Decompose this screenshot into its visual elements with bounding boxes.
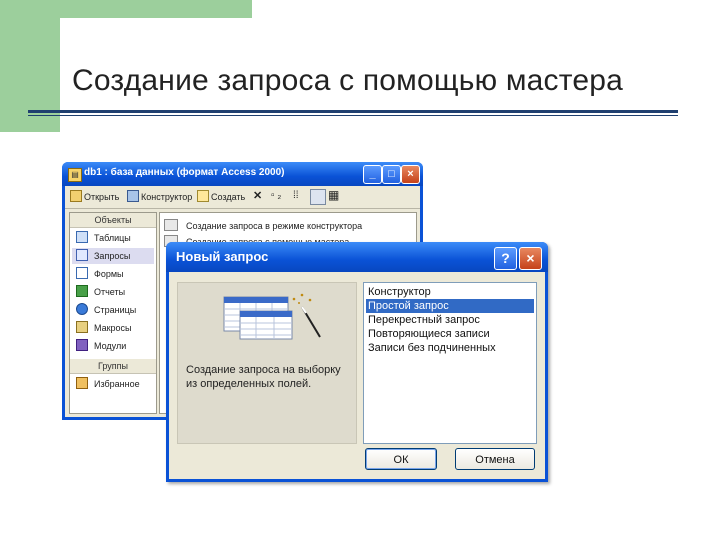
sidebar-item-label: Таблицы [94, 233, 131, 243]
sidebar-item-tables[interactable]: Таблицы [72, 230, 154, 246]
sidebar-item-forms[interactable]: Формы [72, 266, 154, 282]
sidebar-item-reports[interactable]: Отчеты [72, 284, 154, 300]
design-button[interactable]: Конструктор [127, 190, 192, 202]
dialog-close-button[interactable]: × [519, 247, 542, 270]
close-button[interactable]: × [401, 165, 420, 184]
title-rule [28, 110, 678, 113]
minimize-button[interactable]: _ [363, 165, 382, 184]
objects-header: Объекты [70, 213, 156, 228]
wizard-illustration-icon [223, 293, 321, 340]
favorites-icon [76, 377, 88, 389]
sidebar-item-label: Страницы [94, 305, 137, 315]
sidebar-item-label: Модули [94, 341, 127, 351]
report-icon [76, 285, 88, 297]
create-button[interactable]: Создать [197, 190, 245, 202]
title-rule-thin [28, 115, 678, 116]
query-type-simple[interactable]: Простой запрос [366, 299, 534, 313]
query-type-crosstab[interactable]: Перекрестный запрос [366, 313, 534, 327]
objects-sidebar: Объекты Таблицы Запросы Формы Отчеты Стр… [69, 212, 157, 414]
sidebar-item-pages[interactable]: Страницы [72, 302, 154, 318]
open-label: Открыть [84, 192, 120, 202]
help-button[interactable]: ? [494, 247, 517, 270]
sidebar-item-label: Макросы [94, 323, 132, 333]
grid-view-icon[interactable]: ▦ [328, 188, 339, 202]
new-query-dialog: Новый запрос ? × Создание запроса на выб… [166, 242, 548, 482]
cancel-button[interactable]: Отмена [455, 448, 535, 470]
open-button[interactable]: Открыть [70, 190, 119, 202]
dialog-body: Создание запроса на выборку из определен… [169, 272, 545, 479]
sidebar-item-label: Формы [94, 269, 124, 279]
wizard-description: Создание запроса на выборку из определен… [186, 364, 341, 390]
large-icons-icon[interactable]: ▫ ₂ [271, 190, 281, 201]
ok-button[interactable]: ОК [365, 448, 437, 470]
dialog-title: Новый запрос [176, 249, 269, 264]
form-icon [76, 267, 88, 279]
sidebar-item-favorites[interactable]: Избранное [72, 376, 154, 392]
macro-icon [76, 321, 88, 333]
design-icon [127, 190, 139, 202]
module-icon [76, 339, 88, 351]
delete-icon[interactable]: ✕ [253, 189, 262, 202]
query-type-unmatched[interactable]: Записи без подчиненных [366, 341, 534, 355]
list-item-label: Создание запроса в режиме конструктора [186, 221, 363, 231]
slide-title: Создание запроса с помощью мастера [72, 64, 624, 97]
table-icon [76, 231, 88, 243]
sidebar-item-modules[interactable]: Модули [72, 338, 154, 354]
create-icon [197, 190, 209, 202]
list-item[interactable]: Создание запроса в режиме конструктора [164, 219, 362, 231]
db-window-title: db1 : база данных (формат Access 2000) [84, 167, 285, 178]
preview-panel: Создание запроса на выборку из определен… [177, 282, 357, 444]
details-view-icon[interactable] [310, 189, 326, 205]
sidebar-item-queries[interactable]: Запросы [72, 248, 154, 264]
db-toolbar: Открыть Конструктор Создать ✕ ▫ ₂ ⁞⁞ ▦ [65, 186, 420, 209]
design-label: Конструктор [141, 192, 193, 202]
db-window-titlebar[interactable]: ▤ db1 : база данных (формат Access 2000)… [62, 162, 423, 186]
maximize-button[interactable]: □ [382, 165, 401, 184]
query-type-design[interactable]: Конструктор [366, 285, 534, 299]
query-type-list: Конструктор Простой запрос Перекрестный … [363, 282, 537, 444]
open-icon [70, 190, 82, 202]
list-view-icon[interactable]: ⁞⁞ [293, 190, 299, 201]
query-type-duplicates[interactable]: Повторяющиеся записи [366, 327, 534, 341]
query-icon [76, 249, 88, 261]
dialog-titlebar[interactable]: Новый запрос ? × [166, 242, 548, 272]
database-icon: ▤ [68, 168, 82, 182]
sidebar-item-label: Избранное [94, 379, 140, 389]
sidebar-item-label: Запросы [94, 251, 131, 261]
create-label: Создать [211, 192, 246, 202]
query-design-icon [164, 219, 178, 231]
sidebar-item-label: Отчеты [94, 287, 126, 297]
sidebar-item-macros[interactable]: Макросы [72, 320, 154, 336]
page-icon [76, 303, 88, 315]
groups-header: Группы [70, 359, 156, 374]
